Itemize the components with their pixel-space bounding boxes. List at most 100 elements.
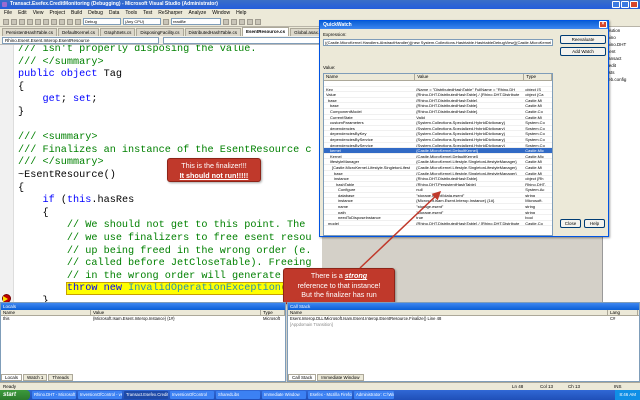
taskbar-item[interactable]: InversionOfControl	[170, 391, 214, 399]
locals-row[interactable]: this {Microsoft.Isam.Esent.Interop.Insta…	[1, 316, 285, 322]
quickwatch-row-name: model	[328, 220, 339, 226]
new-project-icon[interactable]	[3, 18, 9, 25]
quickwatch-row-value: {Rhino.DHT.DistributedHashTable}	[416, 103, 478, 108]
close-button[interactable]: Close	[560, 219, 581, 228]
locals-column-value[interactable]: Value	[91, 310, 261, 315]
status-text: Ready	[3, 384, 17, 389]
taskbar-item[interactable]: Immediate Window	[262, 391, 306, 399]
window-title: Transact.Esefex.CreditMonitoring (Debugg…	[10, 1, 218, 7]
quickwatch-value-grid[interactable]: Name Value Type Key {Name = "DistributedH…	[323, 73, 553, 236]
quickwatch-row-type: Rhino.DHT.	[525, 181, 546, 187]
locals-column-name[interactable]: Name	[1, 310, 91, 315]
save-all-icon[interactable]	[27, 18, 33, 25]
tab-esentresource[interactable]: EsentResource.cs	[242, 27, 290, 36]
column-header-value[interactable]: Value	[415, 74, 525, 80]
taskbar-item[interactable]: InversionOfControl - vs20...	[78, 391, 122, 399]
quickwatch-row-type: System.Co	[525, 142, 545, 148]
type-dropdown[interactable]: Rhino.Esent.Esent.Interop.EsentResource	[2, 37, 159, 44]
open-icon[interactable]	[11, 18, 17, 25]
callout-line: It should not run!!!!!	[179, 170, 249, 180]
tab-persistenthashtable[interactable]: PersistentHashTable.cs	[2, 28, 58, 36]
menu-tools[interactable]: Tools	[125, 9, 137, 17]
close-icon[interactable]: ×	[599, 21, 607, 28]
close-window-button[interactable]	[630, 1, 638, 8]
add-watch-button[interactable]: Add Watch	[560, 47, 606, 56]
quickwatch-row-name: Key	[326, 86, 333, 92]
step-over-icon[interactable]	[247, 18, 253, 25]
configuration-select[interactable]: Debug	[83, 18, 121, 25]
expression-input[interactable]: ((Castle.MicroKernel.Handlers.AbstractHa…	[323, 39, 553, 46]
tab-call-stack[interactable]: Call Stack	[288, 374, 317, 381]
column-header-type[interactable]: Type	[524, 74, 552, 80]
redo-icon[interactable]	[67, 18, 73, 25]
quickwatch-row-name: base	[334, 170, 343, 176]
find-icon[interactable]	[163, 18, 169, 25]
menu-debug[interactable]: Debug	[88, 9, 103, 17]
menu-data[interactable]: Data	[109, 9, 120, 17]
menu-help[interactable]: Help	[236, 9, 246, 17]
quickwatch-row[interactable]: model {Rhino.DHT.DistributedHashTable} / …	[324, 221, 552, 227]
menu-project[interactable]: Project	[49, 9, 65, 17]
menu-window[interactable]: Window	[212, 9, 230, 17]
menu-view[interactable]: View	[33, 9, 44, 17]
menu-build[interactable]: Build	[71, 9, 82, 17]
maximize-button[interactable]	[621, 1, 629, 8]
tab-graphsets[interactable]: GraphSets.cs	[100, 28, 136, 36]
locals-row-name: this	[3, 316, 10, 321]
taskbar-item[interactable]: Transact.Esefex.Credit...	[124, 391, 168, 399]
start-button[interactable]: start	[0, 390, 30, 400]
taskbar-item[interactable]: Esefex - Mozilla Firefox	[308, 391, 352, 399]
call-stack-column-name[interactable]: Name	[288, 310, 608, 315]
find-input[interactable]: readBe	[171, 18, 221, 25]
quickwatch-row-type: Castle.Mic	[525, 153, 544, 159]
cut-icon[interactable]	[35, 18, 41, 25]
taskbar-item[interactable]: Rhino.DHT - Microsoft Vi...	[32, 391, 76, 399]
stop-icon[interactable]	[231, 18, 237, 25]
tab-watch-1[interactable]: Watch 1	[23, 374, 48, 381]
taskbar-item[interactable]: SharedLibs	[216, 391, 260, 399]
code-line-13: if (this.hasRes	[42, 195, 135, 207]
pause-icon[interactable]	[223, 18, 229, 25]
step-into-icon[interactable]	[239, 18, 245, 25]
quickwatch-row-name: Value	[326, 92, 336, 97]
menu-analyze[interactable]: Analyze	[188, 9, 206, 17]
help-button[interactable]: Help	[584, 219, 605, 228]
quickwatch-row-type: Castle.Mi	[525, 103, 542, 108]
menu-test[interactable]: Test	[143, 9, 152, 17]
editor-gutter[interactable]	[0, 45, 14, 302]
paste-icon[interactable]	[51, 18, 57, 25]
step-out-icon[interactable]	[255, 18, 261, 25]
menu-file[interactable]: File	[4, 9, 12, 17]
quickwatch-row-value: {System.Collections.Specialized.HybridDi…	[416, 120, 505, 125]
callout-line: But the finalizer has run	[301, 290, 377, 299]
locals-row-value: {Microsoft.Isam.Esent.Interop.Instance} …	[93, 316, 175, 321]
quickwatch-row-value: {Microsoft.Isam.Esent.Interop.Instance} …	[416, 198, 495, 204]
code-editor[interactable]: /// isn't properly disposing the value. …	[0, 45, 322, 302]
menu-resharper[interactable]: ReSharper	[158, 9, 182, 17]
expression-label: Expression:	[323, 32, 347, 37]
reevaluate-button[interactable]: Reevaluate	[560, 35, 606, 44]
quickwatch-row-value: {Rhino.DHT.DistributedHashTable}	[416, 97, 478, 103]
tab-defaultkernel[interactable]: DefaultKernel.cs	[58, 28, 100, 36]
tab-locals[interactable]: Locals	[1, 374, 23, 381]
quickwatch-row-type: Castle.Mi	[525, 114, 542, 120]
minimize-button[interactable]	[612, 1, 620, 8]
save-icon[interactable]	[19, 18, 25, 25]
taskbar-item[interactable]: Administrator: C:\Windo...	[354, 391, 394, 399]
tab-distributedhashtable[interactable]: DistributedHashTable.cs	[184, 28, 242, 36]
member-dropdown[interactable]	[163, 37, 320, 44]
call-stack-column-lang[interactable]: Lang	[608, 310, 638, 315]
quickwatch-row-type: System.Co	[525, 120, 545, 125]
menu-edit[interactable]: Edit	[18, 9, 27, 17]
tab-immediate-window[interactable]: Immediate Window	[317, 374, 364, 381]
platform-select[interactable]: (Any CPU)	[123, 18, 161, 25]
tab-threads[interactable]: Threads	[48, 374, 73, 381]
tab-disposingfacility[interactable]: DisposingFacility.cs	[136, 28, 184, 36]
finalizer-callout: This is the finalizer!!! It should not r…	[167, 158, 261, 182]
copy-icon[interactable]	[43, 18, 49, 25]
locals-column-type[interactable]: Type	[261, 310, 285, 315]
call-stack-row[interactable]: [Appdomain Transition]	[288, 322, 639, 328]
start-debug-icon[interactable]	[75, 18, 81, 25]
undo-icon[interactable]	[59, 18, 65, 25]
column-header-name[interactable]: Name	[324, 74, 416, 80]
